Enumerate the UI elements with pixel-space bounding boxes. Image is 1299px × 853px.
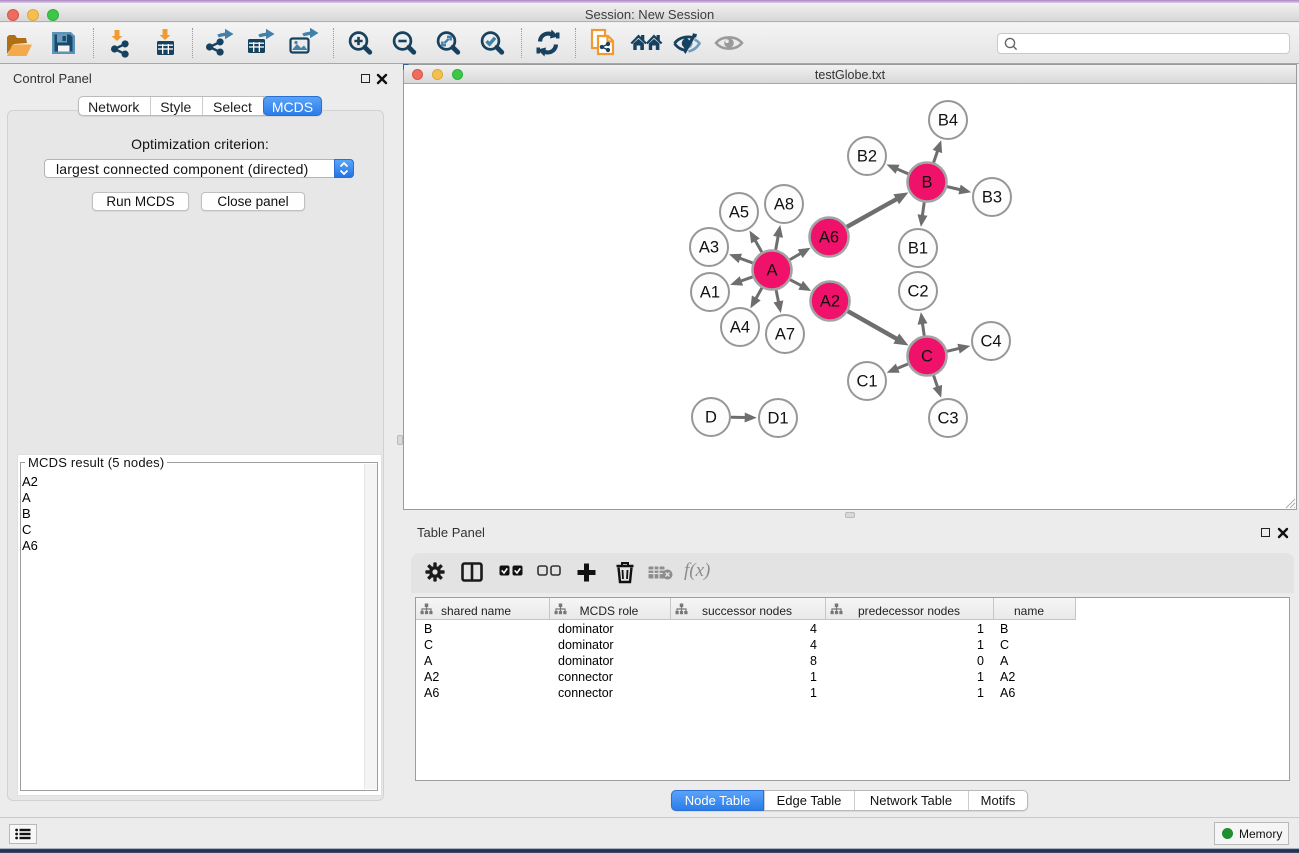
svg-text:C2: C2	[907, 283, 928, 301]
svg-text:B1: B1	[908, 240, 928, 258]
svg-text:B: B	[921, 174, 932, 192]
svg-text:A: A	[766, 262, 777, 280]
svg-text:A2: A2	[820, 293, 840, 311]
svg-text:D1: D1	[767, 410, 788, 428]
svg-text:C: C	[921, 348, 933, 366]
svg-text:A7: A7	[775, 326, 795, 344]
svg-text:C4: C4	[980, 333, 1001, 351]
svg-text:B3: B3	[982, 189, 1002, 207]
svg-text:B2: B2	[857, 148, 877, 166]
svg-text:A4: A4	[730, 319, 750, 337]
svg-text:A6: A6	[819, 229, 839, 247]
svg-text:C1: C1	[856, 373, 877, 391]
svg-text:A8: A8	[774, 196, 794, 214]
svg-text:D: D	[705, 409, 717, 427]
svg-text:B4: B4	[938, 112, 958, 130]
svg-text:A5: A5	[729, 204, 749, 222]
svg-text:C3: C3	[937, 410, 958, 428]
svg-text:A3: A3	[699, 239, 719, 257]
svg-text:A1: A1	[700, 284, 720, 302]
